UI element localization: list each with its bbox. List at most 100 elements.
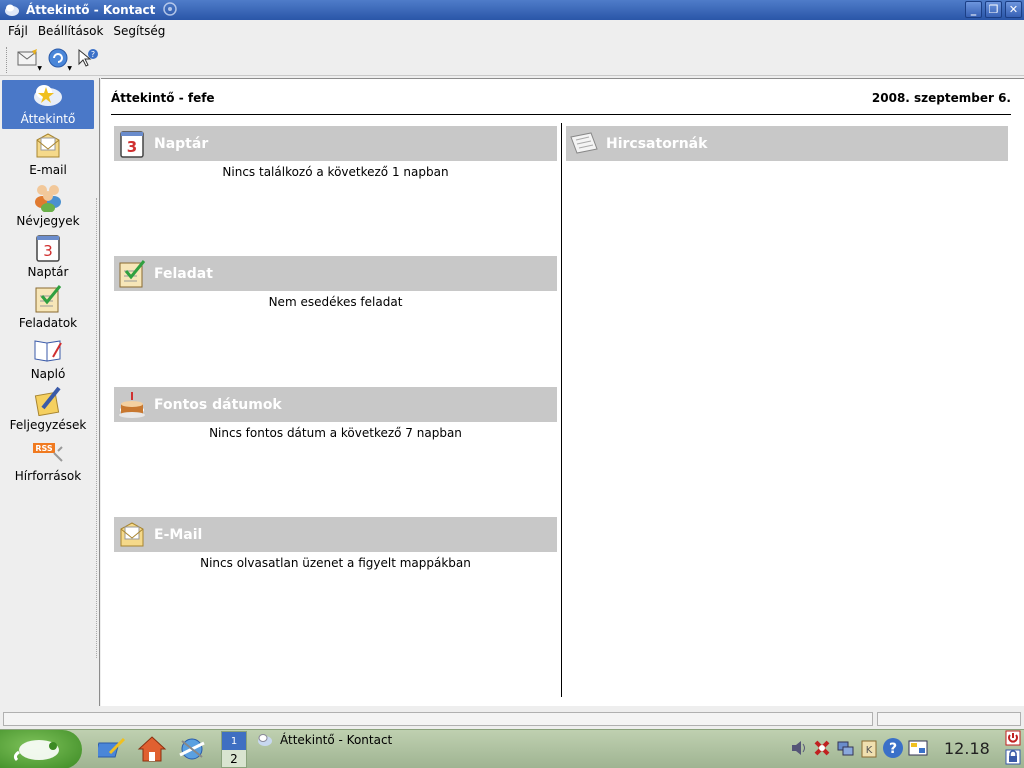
desktop-pager: 1 2 — [221, 731, 247, 768]
rss-icon: RSS — [32, 437, 64, 467]
sidebar-item-label: Feljegyzések — [9, 418, 87, 432]
sidebar-item-label: Névjegyek — [16, 214, 80, 228]
menu-settings[interactable]: Beállítások — [34, 24, 108, 38]
network-tray-button[interactable] — [834, 738, 856, 760]
svg-text:?: ? — [889, 741, 897, 757]
sidebar-item-calendar[interactable]: 3 Naptár — [2, 233, 94, 282]
taskbar-task-kontact[interactable]: Áttekintő - Kontact — [256, 731, 392, 749]
sync-icon — [47, 47, 69, 72]
svg-text:K: K — [866, 745, 873, 756]
tasks-icon — [116, 258, 148, 290]
sidebar-item-contacts[interactable]: Névjegyek — [2, 182, 94, 231]
start-menu-button[interactable] — [0, 730, 82, 768]
sidebar-item-tasks[interactable]: Feladatok — [2, 284, 94, 333]
notes-icon — [32, 386, 64, 416]
sync-button[interactable]: ▼ — [43, 46, 73, 74]
section-title: Fontos dátumok — [154, 396, 282, 413]
section-header[interactable]: Hircsatornák — [566, 126, 1008, 161]
lock-screen-button[interactable] — [1004, 749, 1022, 767]
menu-file[interactable]: Fájl — [4, 24, 32, 38]
menu-help[interactable]: Segítség — [109, 24, 169, 38]
news-feeds-summary: Hircsatornák — [566, 126, 1008, 161]
sidebar-item-label: Napló — [30, 367, 66, 381]
desktop-icon — [94, 735, 128, 766]
section-title: Naptár — [154, 135, 209, 152]
window-title: Áttekintő - Kontact — [26, 3, 156, 17]
dropdown-arrow-icon[interactable]: ▼ — [37, 65, 42, 72]
sidebar-item-journal[interactable]: Napló — [2, 335, 94, 384]
quick-launch-home[interactable] — [135, 733, 169, 767]
sidebar-splitter[interactable] — [96, 198, 97, 658]
sidebar-item-label: E-mail — [29, 163, 67, 177]
clipboard-icon: K — [860, 738, 878, 761]
close-button[interactable]: ✕ — [1005, 1, 1022, 18]
column-divider — [561, 123, 562, 697]
toolbar-grip[interactable] — [6, 46, 9, 73]
sidebar-item-notes[interactable]: Feljegyzések — [2, 386, 94, 435]
status-bar — [0, 708, 1024, 730]
maximize-button[interactable]: ❐ — [985, 1, 1002, 18]
sidebar-item-label: Feladatok — [18, 316, 78, 330]
dropdown-arrow-icon[interactable]: ▼ — [67, 65, 72, 72]
volume-tray-button[interactable] — [788, 738, 810, 760]
svg-text:3: 3 — [127, 138, 137, 156]
section-header[interactable]: E-Mail — [114, 517, 557, 552]
section-header[interactable]: Feladat — [114, 256, 557, 291]
calendar-icon: 3 — [116, 128, 148, 160]
mail-icon — [32, 131, 64, 161]
whats-this-icon: ? — [77, 48, 99, 71]
current-date: 2008. szeptember 6. — [871, 91, 1011, 105]
contacts-icon — [32, 182, 64, 212]
kontact-app-icon — [256, 733, 274, 747]
minimize-button[interactable]: _ — [965, 1, 982, 18]
pager-desktop-2[interactable]: 2 — [222, 750, 246, 767]
browser-icon — [177, 735, 207, 766]
suse-logo-icon — [11, 734, 71, 765]
updater-tray-button[interactable] — [811, 738, 833, 760]
help-icon: ? — [882, 737, 904, 762]
title-help-icon[interactable] — [163, 1, 178, 19]
section-header[interactable]: 3 Naptár — [114, 126, 557, 161]
newspaper-icon — [568, 128, 600, 160]
kontact-app-icon[interactable] — [4, 2, 20, 18]
menu-bar: Fájl Beállítások Segítség — [0, 20, 1024, 42]
settings-tray-button[interactable] — [907, 738, 929, 760]
mail-icon — [116, 519, 148, 551]
home-icon — [137, 735, 167, 766]
pager-desktop-1[interactable]: 1 — [222, 732, 246, 750]
calendar-summary: 3 Naptár Nincs találkozó a következő 1 n… — [114, 126, 557, 179]
power-icon — [1005, 730, 1021, 749]
updater-icon — [812, 738, 832, 761]
sidebar-item-email[interactable]: E-mail — [2, 131, 94, 180]
sidebar-item-overview[interactable]: Áttekintő — [2, 80, 94, 129]
section-text: Nincs fontos dátum a következő 7 napban — [209, 426, 462, 440]
new-mail-icon — [17, 49, 39, 70]
status-message-area — [3, 712, 873, 726]
taskbar: 1 2 Áttekintő - Kontact K ? 12.18 — [0, 729, 1024, 768]
calendar-icon: 3 — [32, 233, 64, 263]
section-header[interactable]: Fontos dátumok — [114, 387, 557, 422]
clipboard-tray-button[interactable]: K — [858, 738, 880, 760]
logout-button[interactable] — [1004, 730, 1022, 749]
svg-text:3: 3 — [43, 242, 53, 260]
section-text: Nincs olvasatlan üzenet a figyelt mappák… — [200, 556, 471, 570]
quick-launch-browser[interactable] — [175, 733, 209, 767]
new-mail-button[interactable]: ▼ — [13, 46, 43, 74]
svg-text:?: ? — [91, 50, 95, 59]
quick-launch-personal[interactable] — [94, 733, 130, 767]
section-title: Feladat — [154, 265, 213, 282]
help-tray-button[interactable]: ? — [882, 737, 904, 762]
section-title: Hircsatornák — [606, 135, 708, 152]
whats-this-button[interactable]: ? — [73, 46, 103, 74]
sidebar-item-feeds[interactable]: RSS Hírforrások — [2, 437, 94, 486]
section-text: Nem esedékes feladat — [268, 295, 403, 309]
section-title: E-Mail — [154, 526, 203, 543]
display-settings-icon — [907, 738, 929, 761]
clock[interactable]: 12.18 — [944, 739, 990, 758]
sidebar-item-label: Naptár — [27, 265, 69, 279]
speaker-icon — [789, 738, 809, 761]
summary-header: Áttekintő - fefe 2008. szeptember 6. — [111, 91, 1011, 115]
toolbar: ▼ ▼ ? — [0, 44, 1024, 76]
cake-icon — [116, 389, 148, 421]
network-icon — [835, 738, 855, 761]
